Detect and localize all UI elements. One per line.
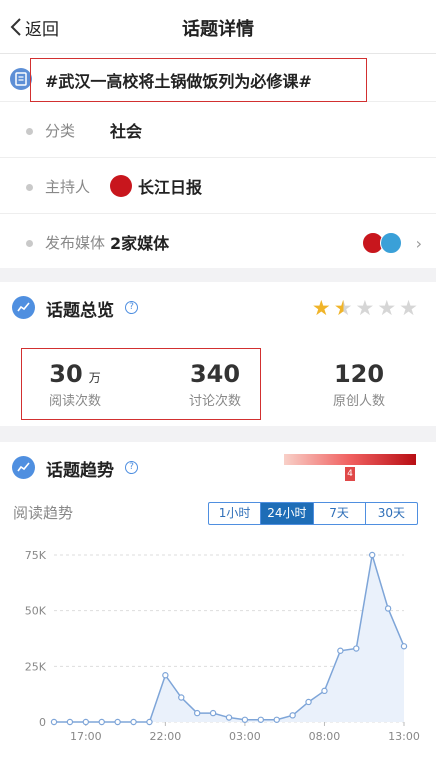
reads-unit: 万 xyxy=(88,371,101,385)
reads-label: 阅读次数 xyxy=(48,394,101,409)
data-point xyxy=(368,551,376,559)
bullet-dot xyxy=(26,240,33,247)
data-point xyxy=(257,716,265,723)
range-selector: 1小时 24小时 7天 30天 xyxy=(208,502,418,525)
y-tick-label: 50K xyxy=(25,605,47,618)
creators-stat: 120 原创人数 xyxy=(314,360,404,409)
bullet-dot xyxy=(26,128,33,135)
x-tick-label: 08:00 xyxy=(309,730,341,743)
data-point xyxy=(146,718,153,726)
category-row: 分类 社会 xyxy=(0,102,436,158)
data-point xyxy=(114,718,121,726)
host-row[interactable]: 主持人 长江日报 xyxy=(0,158,436,214)
heat-scale-bar xyxy=(284,454,416,465)
nav-bar: 返回 话题详情 xyxy=(0,0,436,54)
y-tick-label: 75K xyxy=(25,549,47,562)
discussions-stat: 340 讨论次数 xyxy=(170,360,260,409)
data-point xyxy=(178,694,185,701)
discussions-value: 340 xyxy=(189,360,241,388)
rating-stars: ★ ★ ★ ★ ★ xyxy=(312,296,418,320)
host-value: 长江日报 xyxy=(138,178,203,197)
data-point xyxy=(66,718,74,726)
data-point xyxy=(50,718,58,726)
star-icon: ★ xyxy=(355,296,375,320)
reads-value: 30 xyxy=(49,360,83,388)
y-tick-label: 25K xyxy=(25,660,47,673)
range-button[interactable]: 24小时 xyxy=(260,503,313,524)
data-point xyxy=(305,698,312,706)
media-row[interactable]: 发布媒体 2家媒体 › xyxy=(0,214,436,270)
chart-icon xyxy=(12,296,35,319)
media-label: 发布媒体 xyxy=(45,234,106,252)
range-button[interactable]: 1小时 xyxy=(209,503,260,524)
media-avatar-icon xyxy=(380,232,402,254)
bullet-dot xyxy=(26,184,33,191)
reads-stat: 30 万 阅读次数 xyxy=(30,360,120,409)
media-avatars xyxy=(362,232,402,254)
x-tick-label: 13:00 xyxy=(388,730,420,743)
data-point xyxy=(384,605,392,612)
data-point xyxy=(98,718,105,726)
help-icon[interactable]: ? xyxy=(125,461,138,474)
chart-icon xyxy=(12,456,35,479)
read-trend-chart: 0 25K 50K 75K 17:00 22:00 03:00 08:00 13:00 xyxy=(25,549,420,743)
document-icon xyxy=(10,68,32,90)
data-point xyxy=(130,718,137,726)
creators-label: 原创人数 xyxy=(332,394,385,409)
series-area xyxy=(54,555,404,722)
star-icon: ★ xyxy=(377,296,397,320)
star-icon: ★ xyxy=(333,296,353,320)
data-point xyxy=(82,718,90,726)
topic-title: #武汉一高校将土锅做饭列为必修课# xyxy=(30,58,367,102)
media-value: 2家媒体 xyxy=(110,234,170,253)
data-point xyxy=(225,714,233,721)
data-point xyxy=(162,672,169,679)
heat-level-marker: 4 xyxy=(345,467,355,481)
help-icon[interactable]: ? xyxy=(125,301,138,314)
category-value: 社会 xyxy=(110,122,143,141)
host-label: 主持人 xyxy=(45,178,91,196)
range-button[interactable]: 30天 xyxy=(364,503,417,524)
category-label: 分类 xyxy=(45,122,76,140)
trend-section: 话题趋势 ? 4 阅读趋势 1小时 24小时 7天 30天 0 25K 50K 75K 17:… xyxy=(0,442,436,767)
topic-info-section: #武汉一高校将土锅做饭列为必修课# 分类 社会 主持人 长江日报 发布媒体 2家… xyxy=(0,54,436,268)
x-tick-label: 03:00 xyxy=(229,730,261,743)
topic-row: #武汉一高校将土锅做饭列为必修课# xyxy=(0,54,436,102)
data-point xyxy=(273,716,280,723)
data-point xyxy=(321,687,328,695)
overview-title: 话题总览 xyxy=(46,301,114,321)
star-icon: ★ xyxy=(399,296,418,320)
trend-header: 话题趋势 ? xyxy=(0,442,436,494)
overview-header: 话题总览 ? ★ ★ ★ ★ ★ xyxy=(0,282,436,334)
data-point xyxy=(289,712,296,719)
x-tick-label: 22:00 xyxy=(150,730,182,743)
trend-title: 话题趋势 xyxy=(46,461,114,481)
data-point xyxy=(209,709,217,717)
range-button[interactable]: 7天 xyxy=(312,503,365,524)
creators-value: 120 xyxy=(333,360,385,388)
data-point xyxy=(353,645,360,652)
y-tick-label: 0 xyxy=(39,716,46,729)
x-tick-label: 17:00 xyxy=(70,730,102,743)
overview-section: 话题总览 ? ★ ★ ★ ★ ★ 30 万 阅读次数 340 讨论次数 120 原创人数 xyxy=(0,282,436,426)
data-point xyxy=(400,643,408,650)
data-point xyxy=(337,647,344,654)
chevron-right-icon: › xyxy=(415,234,422,253)
star-icon: ★ xyxy=(311,296,331,320)
data-point xyxy=(241,716,249,723)
discussions-label: 讨论次数 xyxy=(188,394,241,409)
host-logo-icon xyxy=(110,175,132,197)
page-title: 话题详情 xyxy=(182,19,254,40)
read-trend-label: 阅读趋势 xyxy=(13,504,74,522)
data-point xyxy=(193,709,201,717)
